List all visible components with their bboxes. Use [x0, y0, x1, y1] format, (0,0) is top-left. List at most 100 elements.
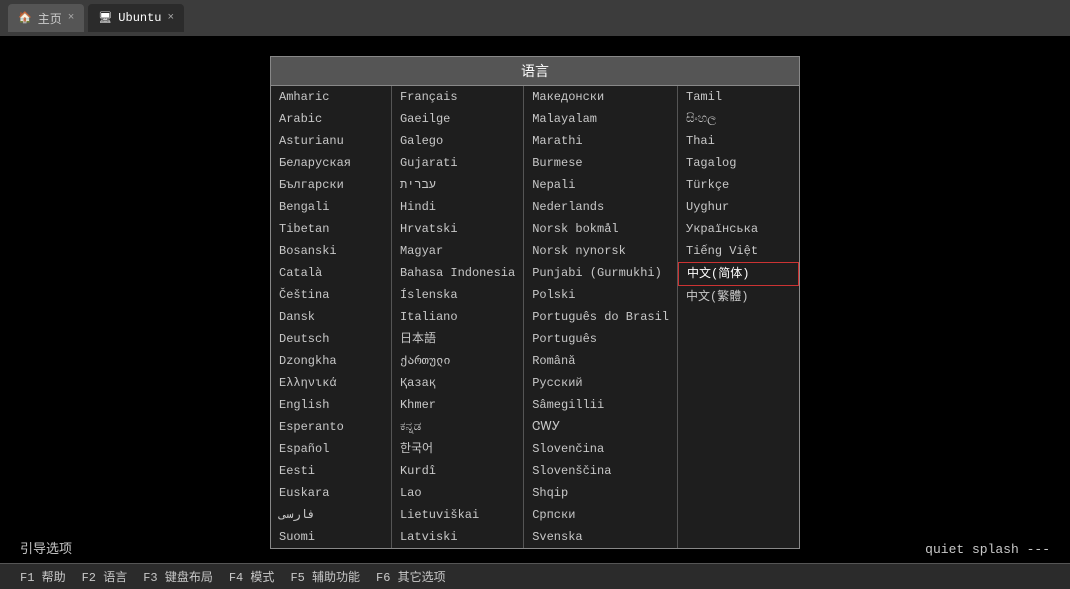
list-item[interactable]: Nederlands	[524, 196, 677, 218]
list-item[interactable]: Svenska	[524, 526, 677, 548]
tab-ubuntu-close[interactable]: ×	[168, 12, 175, 24]
list-item[interactable]: Punjabi (Gurmukhi)	[524, 262, 677, 284]
list-item[interactable]: Lietuviškai	[392, 504, 523, 526]
list-item[interactable]: Español	[271, 438, 391, 460]
list-item[interactable]: ᏣᎳᎩ	[524, 416, 677, 438]
list-item[interactable]: සිංහල	[678, 108, 799, 130]
footer-f4[interactable]: F4 模式	[229, 568, 275, 585]
list-item[interactable]: Deutsch	[271, 328, 391, 350]
list-item[interactable]: Marathi	[524, 130, 677, 152]
list-item[interactable]: Khmer	[392, 394, 523, 416]
list-item[interactable]: Eesti	[271, 460, 391, 482]
boot-cmd: quiet splash ---	[925, 542, 1050, 557]
list-item[interactable]: Беларуская	[271, 152, 391, 174]
list-item[interactable]: Arabic	[271, 108, 391, 130]
list-item[interactable]: Bengali	[271, 196, 391, 218]
tab-ubuntu-label: Ubuntu	[118, 11, 161, 25]
dialog-title: 语言	[271, 57, 799, 86]
list-item[interactable]: עברית	[392, 174, 523, 196]
list-item[interactable]: Galego	[392, 130, 523, 152]
list-item[interactable]: Bosanski	[271, 240, 391, 262]
list-item[interactable]: Hindi	[392, 196, 523, 218]
footer-f2[interactable]: F2 语言	[82, 568, 128, 585]
list-item[interactable]: Українська	[678, 218, 799, 240]
list-item[interactable]: Қазақ	[392, 372, 523, 394]
lang-col-2: Français Gaeilge Galego Gujarati עברית H…	[392, 86, 524, 548]
list-item[interactable]: Hrvatski	[392, 218, 523, 240]
list-item[interactable]: Magyar	[392, 240, 523, 262]
list-item[interactable]: Shqip	[524, 482, 677, 504]
lang-col-1: Amharic Arabic Asturianu Беларуская Бълг…	[271, 86, 392, 548]
list-item[interactable]: ಕನ್ನಡ	[392, 416, 523, 438]
lang-col-3: Македонски Malayalam Marathi Burmese Nep…	[524, 86, 678, 548]
list-item[interactable]: 한국어	[392, 438, 523, 460]
list-item[interactable]: Română	[524, 350, 677, 372]
list-item[interactable]: Tiếng Việt	[678, 240, 799, 262]
list-item[interactable]: Esperanto	[271, 416, 391, 438]
main-area: 语言 Amharic Arabic Asturianu Беларуская Б…	[0, 36, 1070, 589]
list-item[interactable]: Lao	[392, 482, 523, 504]
tab-home-close[interactable]: ×	[68, 12, 75, 24]
list-item[interactable]: Български	[271, 174, 391, 196]
list-item[interactable]: Malayalam	[524, 108, 677, 130]
list-item[interactable]: Kurdî	[392, 460, 523, 482]
lang-col-4: Tamil සිංහල Thai Tagalog Türkçe Uyghur У…	[678, 86, 799, 548]
tab-home[interactable]: 🏠 主页 ×	[8, 4, 84, 32]
list-item[interactable]: Čeština	[271, 284, 391, 306]
list-item[interactable]: Sâmegillii	[524, 394, 677, 416]
list-item[interactable]: Euskara	[271, 482, 391, 504]
boot-options-label: 引导选项	[20, 542, 72, 557]
list-item[interactable]: Amharic	[271, 86, 391, 108]
home-icon: 🏠	[18, 11, 32, 25]
list-item[interactable]: Asturianu	[271, 130, 391, 152]
list-item[interactable]: Gaeilge	[392, 108, 523, 130]
language-dialog: 语言 Amharic Arabic Asturianu Беларуская Б…	[270, 56, 800, 549]
list-item[interactable]: ქართული	[392, 350, 523, 372]
list-item[interactable]: Tamil	[678, 86, 799, 108]
boot-cmd-text: quiet splash ---	[925, 542, 1050, 557]
list-item[interactable]: Polski	[524, 284, 677, 306]
list-item-selected[interactable]: 中文(简体)	[678, 262, 799, 286]
list-item-english[interactable]: English	[271, 394, 391, 416]
list-item[interactable]: Bahasa Indonesia	[392, 262, 523, 284]
list-item[interactable]: Latviski	[392, 526, 523, 548]
list-item[interactable]: Tibetan	[271, 218, 391, 240]
list-item[interactable]: Suomi	[271, 526, 391, 548]
list-item[interactable]: Thai	[678, 130, 799, 152]
list-item[interactable]: Burmese	[524, 152, 677, 174]
list-item[interactable]: Slovenčina	[524, 438, 677, 460]
list-item[interactable]: Ελληνικά	[271, 372, 391, 394]
list-item[interactable]: 日本語	[392, 328, 523, 350]
tab-home-label: 主页	[38, 10, 62, 27]
footer-f3[interactable]: F3 键盘布局	[143, 568, 213, 585]
list-item[interactable]: Português do Brasil	[524, 306, 677, 328]
list-item[interactable]: Gujarati	[392, 152, 523, 174]
list-item[interactable]: Nepali	[524, 174, 677, 196]
list-item[interactable]: Tagalog	[678, 152, 799, 174]
ubuntu-icon: 🖥	[98, 11, 112, 25]
list-item[interactable]: Uyghur	[678, 196, 799, 218]
list-item[interactable]: Norsk nynorsk	[524, 240, 677, 262]
list-item[interactable]: Српски	[524, 504, 677, 526]
list-item[interactable]: Íslenska	[392, 284, 523, 306]
footer-f1[interactable]: F1 帮助	[20, 568, 66, 585]
list-item[interactable]: 中文(繁體)	[678, 286, 799, 308]
list-item[interactable]: فارسی	[271, 504, 391, 526]
list-item[interactable]: Türkçe	[678, 174, 799, 196]
tab-ubuntu[interactable]: 🖥 Ubuntu ×	[88, 4, 184, 32]
list-item[interactable]: Italiano	[392, 306, 523, 328]
list-item[interactable]: Norsk bokmål	[524, 218, 677, 240]
footer-bar: F1 帮助 F2 语言 F3 键盘布局 F4 模式 F5 辅助功能 F6 其它选…	[0, 563, 1070, 589]
footer-f6[interactable]: F6 其它选项	[376, 568, 446, 585]
list-item[interactable]: Русский	[524, 372, 677, 394]
list-item[interactable]: Català	[271, 262, 391, 284]
footer-f5[interactable]: F5 辅助功能	[290, 568, 360, 585]
browser-chrome: 🏠 主页 × 🖥 Ubuntu ×	[0, 0, 1070, 36]
list-item[interactable]: Slovenščina	[524, 460, 677, 482]
list-item[interactable]: Français	[392, 86, 523, 108]
list-item[interactable]: Dzongkha	[271, 350, 391, 372]
list-item[interactable]: Português	[524, 328, 677, 350]
language-grid: Amharic Arabic Asturianu Беларуская Бълг…	[271, 86, 799, 548]
list-item[interactable]: Dansk	[271, 306, 391, 328]
list-item[interactable]: Македонски	[524, 86, 677, 108]
